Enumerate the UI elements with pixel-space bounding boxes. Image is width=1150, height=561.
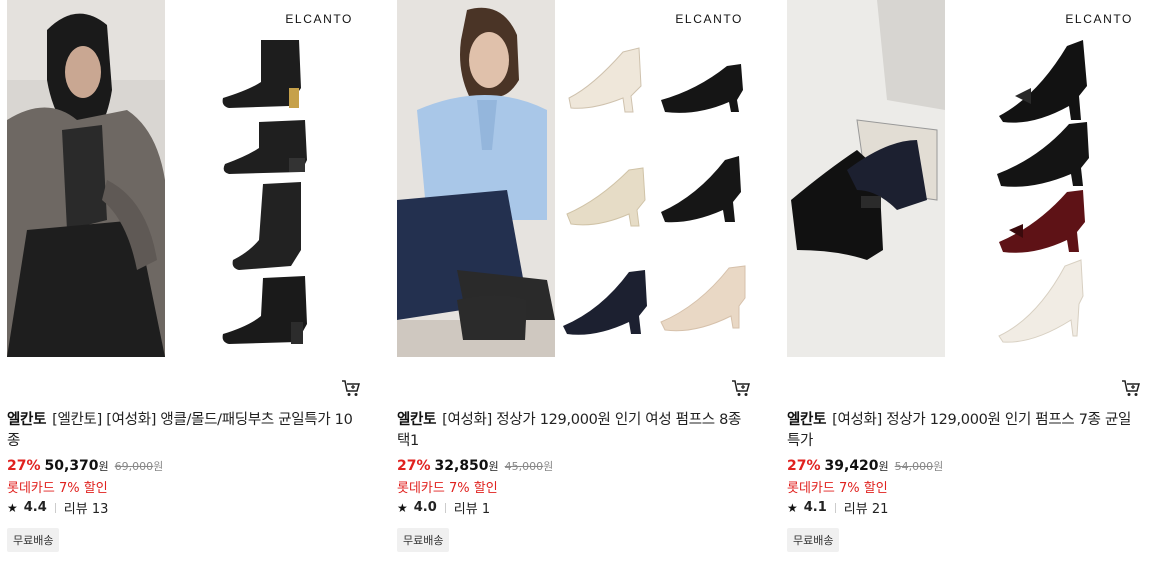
review-count[interactable]: 리뷰 1 bbox=[454, 498, 490, 517]
price-row: 27% 50,370원 69,000원 bbox=[7, 457, 163, 476]
burgundy-bow-pump-icon bbox=[999, 190, 1085, 253]
add-to-cart-icon[interactable] bbox=[341, 378, 361, 398]
product-title[interactable]: 엘칸토 [엘칸토] [여성화] 앵클/몰드/패딩부츠 균일특가 10종 bbox=[7, 410, 357, 452]
black-block-pump-icon bbox=[661, 156, 741, 223]
rating-row: ★ 4.4 리뷰 13 bbox=[7, 498, 108, 517]
free-shipping-badge: 무료배송 bbox=[397, 528, 450, 552]
currency-label: 원 bbox=[98, 460, 109, 473]
product-image[interactable]: ELCANTO bbox=[7, 0, 365, 357]
ivory-stiletto-icon bbox=[998, 259, 1084, 343]
original-price: 45,000 bbox=[504, 460, 544, 473]
black-round-pump-icon bbox=[997, 122, 1089, 187]
heeled-ankle-boot-icon bbox=[222, 276, 307, 344]
brand-logo-text: ELCANTO bbox=[675, 12, 743, 26]
product-image[interactable]: ELCANTO bbox=[397, 0, 755, 357]
discount-rate: 27% bbox=[787, 458, 821, 474]
brand-logo-text: ELCANTO bbox=[1065, 12, 1133, 26]
sock-boot-icon bbox=[232, 182, 301, 270]
product-card[interactable]: ELCANTO 엘칸토 [여성화] 정상가 129,000원 인기 여성 펌프스… bbox=[397, 0, 757, 552]
currency-label: 원 bbox=[488, 460, 499, 473]
add-to-cart-icon[interactable] bbox=[731, 378, 751, 398]
review-count[interactable]: 리뷰 21 bbox=[844, 498, 889, 517]
product-name[interactable]: [엘칸토] [여성화] 앵클/몰드/패딩부츠 균일특가 10종 bbox=[7, 412, 353, 449]
divider bbox=[444, 502, 446, 513]
divider bbox=[54, 502, 56, 513]
brand-name[interactable]: 엘칸토 bbox=[7, 412, 46, 428]
discount-rate: 27% bbox=[7, 458, 41, 474]
rating-value: 4.4 bbox=[23, 500, 47, 515]
model-photo bbox=[397, 0, 555, 357]
black-flat-pump-icon bbox=[661, 64, 743, 113]
rating-value: 4.0 bbox=[413, 500, 437, 515]
beige-pump-icon bbox=[566, 167, 646, 227]
bow-pump-icon bbox=[999, 40, 1087, 123]
add-to-cart-icon[interactable] bbox=[1121, 378, 1141, 398]
rating-row: ★ 4.0 리뷰 1 bbox=[397, 498, 490, 517]
card-promo-text: 롯데카드 7% 할인 bbox=[7, 481, 108, 496]
review-count[interactable]: 리뷰 13 bbox=[64, 498, 109, 517]
product-image[interactable]: BO ELCANTO bbox=[787, 0, 1145, 357]
brand-name[interactable]: 엘칸토 bbox=[397, 412, 436, 428]
original-price: 54,000 bbox=[894, 460, 934, 473]
model-photo bbox=[7, 0, 165, 357]
ankle-boot-icon bbox=[222, 40, 301, 108]
discount-rate: 27% bbox=[397, 458, 431, 474]
rating-value: 4.1 bbox=[803, 500, 827, 515]
product-grid: ELCANTO 엘칸토 [엘칸토] [여성화] 앵클/몰드/패딩부츠 균일특가 … bbox=[0, 0, 1150, 561]
star-icon: ★ bbox=[787, 500, 798, 515]
divider bbox=[834, 502, 836, 513]
chelsea-boot-icon bbox=[223, 120, 307, 174]
card-promo-text: 롯데카드 7% 할인 bbox=[397, 481, 498, 496]
nude-heel-pump-icon bbox=[660, 265, 746, 332]
product-title[interactable]: 엘칸토 [여성화] 정상가 129,000원 인기 펌프스 7종 균일특가 bbox=[787, 410, 1137, 452]
brand-logo-text: ELCANTO bbox=[285, 12, 353, 26]
original-currency: 원 bbox=[543, 460, 554, 473]
product-card[interactable]: ELCANTO 엘칸토 [엘칸토] [여성화] 앵클/몰드/패딩부츠 균일특가 … bbox=[7, 0, 367, 552]
brand-name[interactable]: 엘칸토 bbox=[787, 412, 826, 428]
original-price: 69,000 bbox=[114, 460, 154, 473]
sale-price: 50,370 bbox=[44, 458, 99, 474]
sale-price: 32,850 bbox=[434, 458, 489, 474]
card-promo-text: 롯데카드 7% 할인 bbox=[787, 481, 888, 496]
free-shipping-badge: 무료배송 bbox=[7, 528, 60, 552]
star-icon: ★ bbox=[7, 500, 18, 515]
sale-price: 39,420 bbox=[824, 458, 879, 474]
star-icon: ★ bbox=[397, 500, 408, 515]
rating-row: ★ 4.1 리뷰 21 bbox=[787, 498, 888, 517]
product-title[interactable]: 엘칸토 [여성화] 정상가 129,000원 인기 여성 펌프스 8종 택1 bbox=[397, 410, 747, 452]
lifestyle-photo: BO bbox=[787, 0, 945, 357]
navy-pointed-pump-icon bbox=[563, 270, 647, 335]
original-currency: 원 bbox=[933, 460, 944, 473]
product-name[interactable]: [여성화] 정상가 129,000원 인기 펌프스 7종 균일특가 bbox=[787, 412, 1131, 449]
cream-pump-icon bbox=[568, 47, 642, 113]
price-row: 27% 39,420원 54,000원 bbox=[787, 457, 943, 476]
currency-label: 원 bbox=[878, 460, 889, 473]
price-row: 27% 32,850원 45,000원 bbox=[397, 457, 553, 476]
product-name[interactable]: [여성화] 정상가 129,000원 인기 여성 펌프스 8종 택1 bbox=[397, 412, 741, 449]
product-card[interactable]: BO ELCANTO bbox=[787, 0, 1147, 552]
free-shipping-badge: 무료배송 bbox=[787, 528, 840, 552]
original-currency: 원 bbox=[153, 460, 164, 473]
